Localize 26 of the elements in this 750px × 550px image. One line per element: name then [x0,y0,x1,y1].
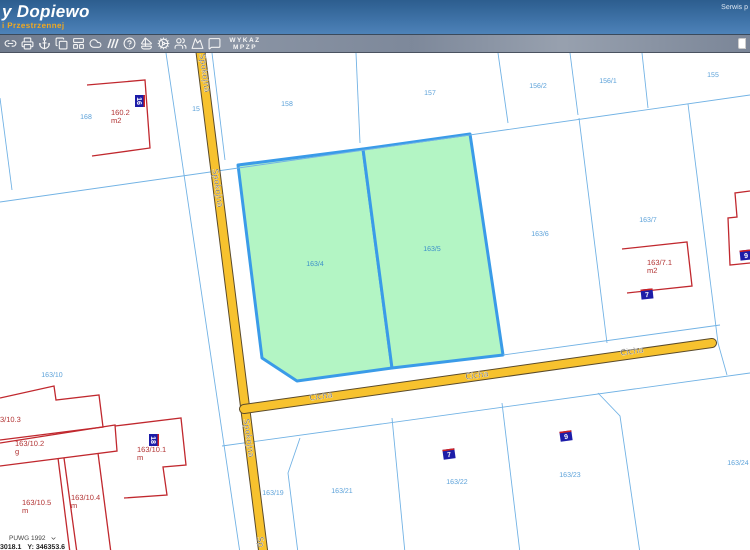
cloud-icon[interactable] [89,37,102,50]
street-name: Cicha [620,345,644,359]
printer-icon[interactable] [21,37,34,50]
street-name: Spokojna [240,418,256,458]
street-name: Cicha [308,390,334,404]
caret-icon [50,535,56,542]
site-title: y Dopiewo [2,3,90,21]
gears-icon[interactable] [157,37,170,50]
speech-bubble-icon[interactable] [208,37,221,50]
sailboat-icon[interactable] [140,37,153,50]
selected-parcel[interactable] [362,132,504,370]
toolbar-button[interactable] [738,38,746,49]
street-name: Spokojna [209,168,225,208]
selected-parcel[interactable] [236,148,394,382]
copy-icon[interactable] [55,37,68,50]
anchor-icon[interactable] [38,37,51,50]
street-name: Cicha [464,369,490,383]
site-subtitle: i Przestrzennej [2,21,66,31]
help-icon[interactable] [123,37,136,50]
building-outline [622,241,693,294]
street-name: Spokojna [196,53,212,94]
users-icon[interactable] [174,37,187,50]
street-name: Sp [254,536,266,548]
hatch-icon[interactable] [106,37,119,50]
layout-icon[interactable] [72,37,85,50]
mountain-icon[interactable] [191,37,204,50]
